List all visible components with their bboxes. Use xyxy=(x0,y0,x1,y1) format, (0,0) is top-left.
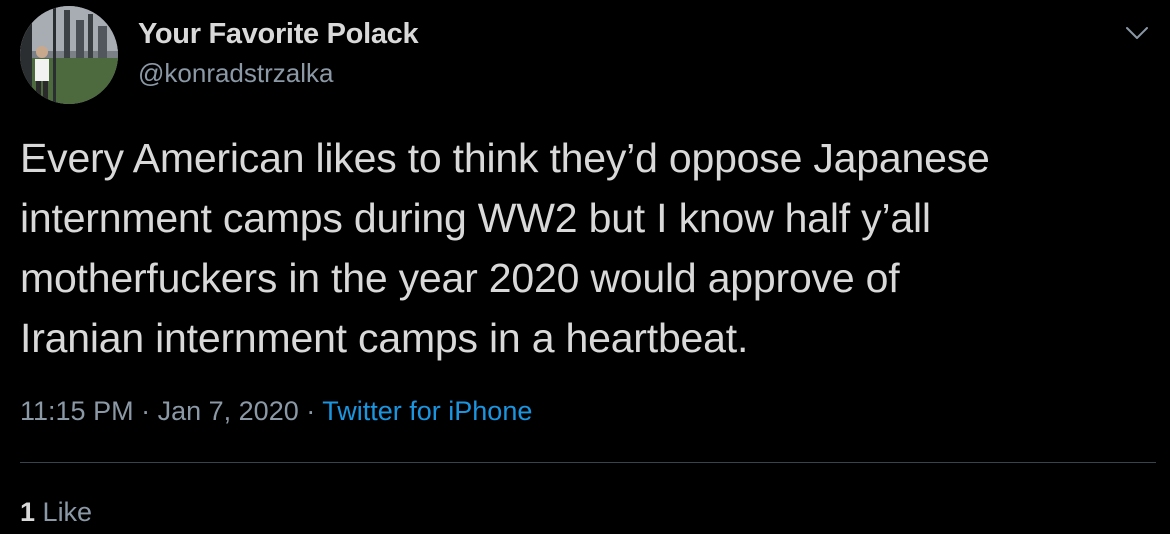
tweet-card: Your Favorite Polack @konradstrzalka Eve… xyxy=(0,0,1170,534)
tweet-text: Every American likes to think they’d opp… xyxy=(20,135,990,361)
tweet-time[interactable]: 11:15 PM xyxy=(20,396,134,426)
tweet-source-link[interactable]: Twitter for iPhone xyxy=(322,396,532,426)
chevron-down-icon[interactable] xyxy=(1124,20,1150,46)
author-handle[interactable]: @konradstrzalka xyxy=(138,58,333,89)
profile-photo-icon xyxy=(20,6,118,104)
meta-separator: · xyxy=(141,396,151,426)
tweet-date[interactable]: Jan 7, 2020 xyxy=(158,396,299,426)
author-display-name[interactable]: Your Favorite Polack xyxy=(138,18,419,51)
divider xyxy=(20,462,1156,463)
like-count: 1 xyxy=(20,497,36,527)
avatar[interactable] xyxy=(20,6,118,104)
like-label: Like xyxy=(42,497,93,527)
meta-separator: · xyxy=(306,396,316,426)
likes-link[interactable]: 1 Like xyxy=(20,497,92,528)
tweet-meta: 11:15 PM · Jan 7, 2020 · Twitter for iPh… xyxy=(20,396,532,427)
